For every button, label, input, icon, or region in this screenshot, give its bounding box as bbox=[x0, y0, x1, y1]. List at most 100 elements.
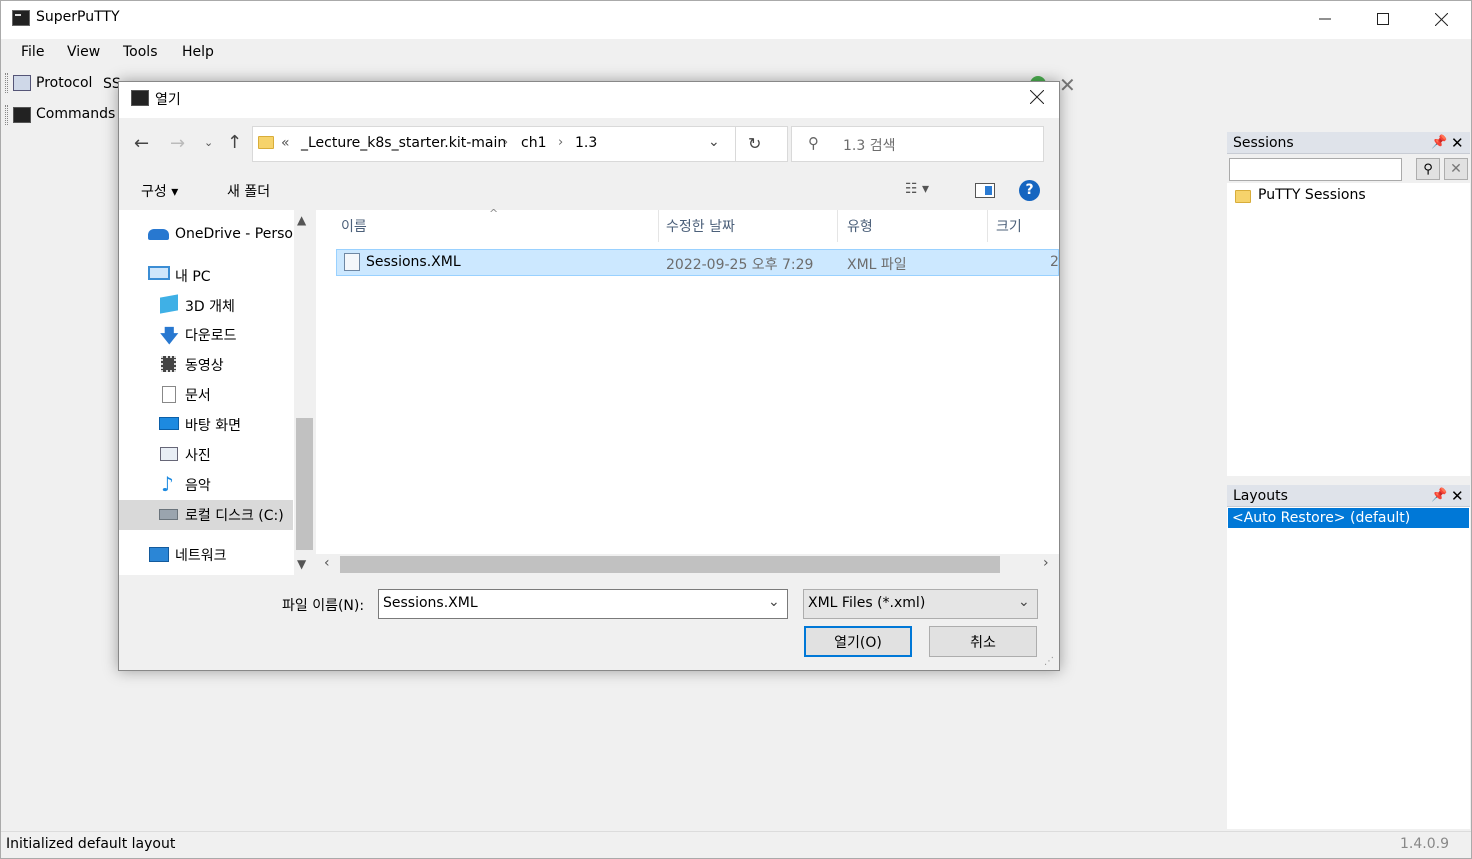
nav-item-pictures[interactable]: 사진 bbox=[185, 445, 211, 465]
clear-icon[interactable]: ✕ bbox=[1059, 73, 1076, 97]
scroll-down-icon[interactable]: ▼ bbox=[297, 557, 306, 571]
hscrollbar-thumb[interactable] bbox=[340, 556, 1000, 573]
layouts-panel-title: Layouts bbox=[1233, 488, 1288, 504]
column-separator[interactable] bbox=[837, 210, 838, 242]
breadcrumb-item[interactable]: _Lecture_k8s_starter.kit-main bbox=[301, 135, 506, 151]
preview-pane-icon[interactable] bbox=[975, 183, 995, 198]
tree-item-putty-sessions[interactable]: PuTTY Sessions bbox=[1258, 187, 1366, 203]
sessions-tree bbox=[1227, 183, 1470, 476]
dialog-app-icon bbox=[131, 90, 149, 106]
dialog-title: 열기 bbox=[155, 92, 181, 108]
videos-icon bbox=[161, 356, 176, 372]
clear-filter-icon[interactable]: ✕ bbox=[1444, 158, 1468, 180]
maximize-button[interactable] bbox=[1354, 1, 1412, 37]
download-icon: 🡇 bbox=[160, 326, 179, 347]
dialog-title-bar bbox=[119, 82, 1059, 118]
commands-label: Commands bbox=[36, 106, 116, 122]
breadcrumb-separator-icon[interactable]: › bbox=[558, 135, 563, 150]
toolbar-grip[interactable] bbox=[5, 73, 8, 93]
layout-item[interactable]: <Auto Restore> (default) bbox=[1228, 508, 1469, 528]
refresh-icon[interactable]: ↻ bbox=[748, 134, 761, 153]
column-separator[interactable] bbox=[658, 210, 659, 242]
column-separator[interactable] bbox=[987, 210, 988, 242]
organize-button[interactable]: 구성 ▾ bbox=[141, 181, 178, 201]
scroll-up-icon[interactable]: ▲ bbox=[297, 213, 306, 227]
open-button[interactable]: 열기(O) bbox=[804, 626, 912, 657]
title-bar bbox=[1, 1, 1471, 39]
menu-bar bbox=[1, 39, 1471, 67]
file-size: 2 bbox=[1050, 254, 1058, 270]
menu-tools[interactable]: Tools bbox=[123, 44, 158, 60]
minimize-icon bbox=[1319, 18, 1331, 20]
cancel-button[interactable]: 취소 bbox=[929, 626, 1037, 657]
sessions-filter-input[interactable] bbox=[1229, 158, 1402, 181]
menu-help[interactable]: Help bbox=[182, 44, 214, 60]
app-icon bbox=[12, 10, 30, 26]
toolbar-grip[interactable] bbox=[5, 105, 8, 125]
maximize-icon bbox=[1377, 13, 1389, 25]
filename-label: 파일 이름(N): bbox=[282, 598, 365, 614]
music-icon: ♪ bbox=[161, 472, 174, 496]
column-header-size[interactable]: 크기 bbox=[996, 216, 1022, 236]
sessions-panel-title: Sessions bbox=[1233, 135, 1294, 151]
back-arrow-icon[interactable]: ← bbox=[134, 133, 149, 154]
onedrive-icon bbox=[148, 229, 169, 240]
up-arrow-icon[interactable]: ↑ bbox=[227, 132, 242, 153]
nav-item-desktop[interactable]: 바탕 화면 bbox=[185, 415, 241, 435]
filetype-dropdown-icon[interactable]: ⌄ bbox=[1018, 594, 1030, 610]
scroll-right-icon[interactable]: › bbox=[1043, 555, 1049, 571]
file-type: XML 파일 bbox=[847, 257, 907, 273]
pictures-icon bbox=[160, 447, 178, 461]
search-icon: ⚲ bbox=[808, 134, 819, 152]
menu-file[interactable]: File bbox=[21, 44, 44, 60]
menu-view[interactable]: View bbox=[67, 44, 100, 60]
nav-scrollbar-thumb[interactable] bbox=[296, 418, 313, 550]
filetype-value: XML Files (*.xml) bbox=[808, 595, 926, 611]
column-header-modified[interactable]: 수정한 날짜 bbox=[666, 216, 735, 236]
binoculars-icon[interactable]: ⚲ bbox=[1416, 158, 1440, 180]
recent-locations-icon[interactable]: ⌄ bbox=[204, 136, 213, 149]
desktop-icon bbox=[159, 417, 179, 430]
view-options-icon[interactable]: ☷ ▾ bbox=[905, 181, 929, 197]
protocol-icon bbox=[13, 75, 31, 91]
filename-dropdown-icon[interactable]: ⌄ bbox=[768, 594, 780, 610]
resize-grip-icon[interactable]: ⋰ bbox=[1044, 656, 1054, 667]
nav-item-documents[interactable]: 문서 bbox=[185, 385, 211, 405]
sort-ascending-icon: ^ bbox=[489, 207, 499, 220]
new-folder-button[interactable]: 새 폴더 bbox=[227, 181, 270, 201]
minimize-button[interactable] bbox=[1296, 1, 1354, 37]
window-title: SuperPuTTY bbox=[36, 9, 120, 25]
help-icon[interactable]: ? bbox=[1019, 180, 1040, 201]
address-dropdown-icon[interactable]: ⌄ bbox=[708, 134, 720, 150]
close-sessions-icon[interactable]: ✕ bbox=[1451, 134, 1464, 152]
pin-icon[interactable]: 📌 bbox=[1431, 135, 1447, 150]
commands-icon bbox=[13, 107, 31, 123]
nav-item-network[interactable]: 네트워크 bbox=[175, 545, 227, 565]
forward-arrow-icon[interactable]: → bbox=[170, 133, 185, 154]
search-input[interactable] bbox=[791, 126, 1044, 162]
nav-item-this-pc[interactable]: 내 PC bbox=[175, 266, 211, 286]
nav-item-videos[interactable]: 동영상 bbox=[185, 355, 224, 375]
nav-item-downloads[interactable]: 다운로드 bbox=[185, 325, 237, 345]
pin-icon[interactable]: 📌 bbox=[1431, 488, 1447, 503]
column-header-name[interactable]: 이름 bbox=[341, 216, 367, 236]
3d-objects-icon bbox=[160, 294, 178, 314]
breadcrumb-separator-icon[interactable]: › bbox=[503, 135, 508, 150]
nav-item-local-disk[interactable]: 로컬 디스크 (C:) bbox=[185, 505, 293, 525]
pc-icon bbox=[148, 266, 170, 280]
nav-item-3d-objects[interactable]: 3D 개체 bbox=[185, 296, 235, 316]
close-button[interactable] bbox=[1412, 1, 1470, 37]
network-icon bbox=[149, 547, 169, 562]
close-layouts-icon[interactable]: ✕ bbox=[1451, 487, 1464, 505]
local-disk-icon bbox=[159, 509, 178, 520]
nav-item-music[interactable]: 음악 bbox=[185, 475, 211, 495]
column-header-type[interactable]: 유형 bbox=[847, 216, 873, 236]
dialog-close-button[interactable] bbox=[1029, 89, 1045, 108]
breadcrumb-item[interactable]: 1.3 bbox=[575, 135, 597, 151]
nav-item-onedrive[interactable]: OneDrive - Personal bbox=[175, 226, 293, 242]
breadcrumb-item[interactable]: ch1 bbox=[521, 135, 546, 151]
folder-icon bbox=[258, 136, 274, 149]
close-icon bbox=[1029, 89, 1045, 105]
scroll-left-icon[interactable]: ‹ bbox=[324, 555, 330, 571]
breadcrumb-overflow[interactable]: « bbox=[281, 135, 290, 151]
